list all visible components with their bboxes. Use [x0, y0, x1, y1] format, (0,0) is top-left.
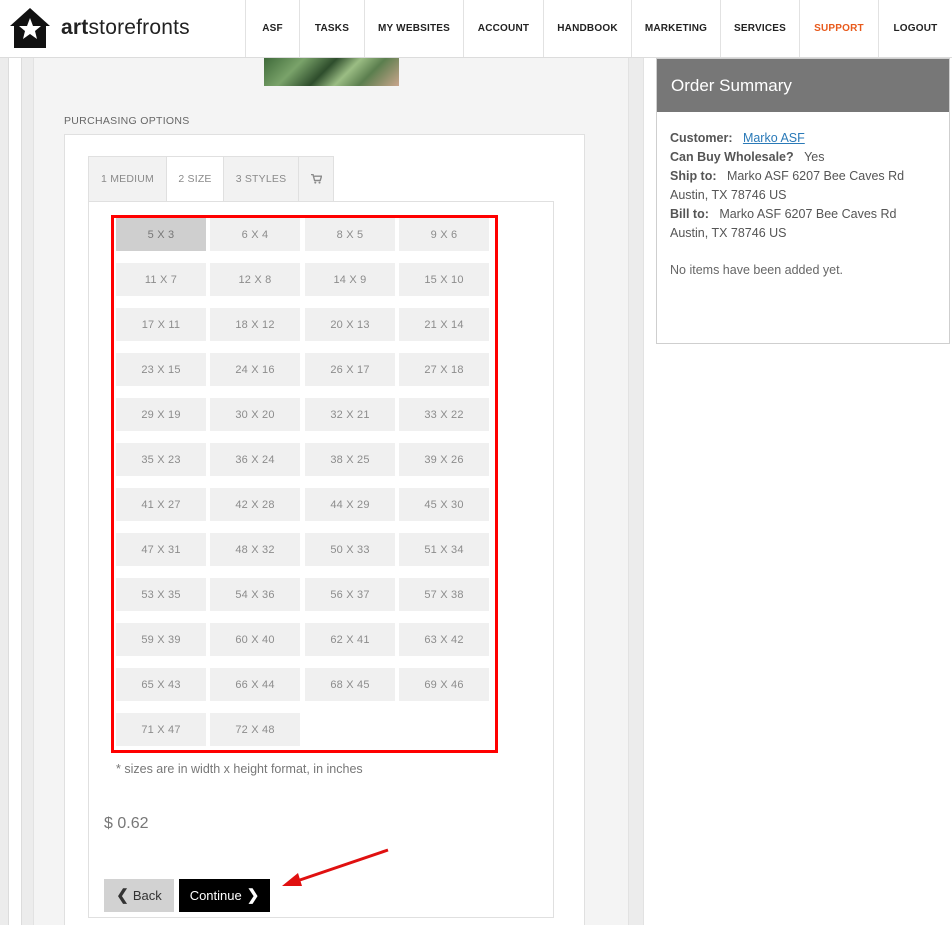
size-option-62x41[interactable]: 62 X 41	[305, 623, 395, 656]
nav-item-services[interactable]: SERVICES	[720, 0, 799, 57]
size-option-48x32[interactable]: 48 X 32	[210, 533, 300, 566]
customer-label: Customer:	[670, 131, 733, 145]
purchasing-options-label: PURCHASING OPTIONS	[64, 115, 190, 127]
continue-button[interactable]: Continue ❯	[179, 879, 270, 912]
size-option-63x42[interactable]: 63 X 42	[399, 623, 489, 656]
size-option-35x23[interactable]: 35 X 23	[116, 443, 206, 476]
tab-cart[interactable]	[298, 156, 334, 202]
nav-item-logout[interactable]: LOGOUT	[878, 0, 952, 57]
size-option-57x38[interactable]: 57 X 38	[399, 578, 489, 611]
nav-item-account[interactable]: ACCOUNT	[463, 0, 543, 57]
nav-item-asf[interactable]: ASF	[245, 0, 299, 57]
size-option-8x5[interactable]: 8 X 5	[305, 218, 395, 251]
empty-cart-message: No items have been added yet.	[670, 263, 844, 277]
size-option-50x33[interactable]: 50 X 33	[305, 533, 395, 566]
top-header: artstorefronts ASF TASKS MY WEBSITES ACCOUN…	[0, 0, 952, 58]
tab-3-styles[interactable]: 3 STYLES	[223, 156, 298, 202]
size-option-11x7[interactable]: 11 X 7	[116, 263, 206, 296]
nav-item-tasks[interactable]: TASKS	[299, 0, 364, 57]
left-rail	[8, 58, 22, 925]
size-option-26x17[interactable]: 26 X 17	[305, 353, 395, 386]
size-option-66x44[interactable]: 66 X 44	[210, 668, 300, 701]
bill-to-row: Bill to: Marko ASF 6207 Bee Caves Rd Aus…	[670, 205, 936, 243]
size-option-41x27[interactable]: 41 X 27	[116, 488, 206, 521]
size-option-56x37[interactable]: 56 X 37	[305, 578, 395, 611]
size-option-17x11[interactable]: 17 X 11	[116, 308, 206, 341]
size-option-71x47[interactable]: 71 X 47	[116, 713, 206, 746]
customer-link[interactable]: Marko ASF	[743, 131, 805, 145]
size-option-45x30[interactable]: 45 X 30	[399, 488, 489, 521]
size-option-72x48[interactable]: 72 X 48	[210, 713, 300, 746]
size-option-51x34[interactable]: 51 X 34	[399, 533, 489, 566]
back-button[interactable]: ❮ Back	[104, 879, 174, 912]
brand-name: artstorefronts	[61, 16, 190, 39]
tab-2-size[interactable]: 2 SIZE	[166, 156, 223, 202]
bill-to-label: Bill to:	[670, 207, 709, 221]
size-option-54x36[interactable]: 54 X 36	[210, 578, 300, 611]
main-nav: ASF TASKS MY WEBSITES ACCOUNT HANDBOOK MARKET…	[245, 0, 952, 58]
size-option-24x16[interactable]: 24 X 16	[210, 353, 300, 386]
nav-item-marketing[interactable]: MARKETING	[631, 0, 720, 57]
size-option-42x28[interactable]: 42 X 28	[210, 488, 300, 521]
size-option-6x4[interactable]: 6 X 4	[210, 218, 300, 251]
annotation-arrow-icon	[282, 848, 389, 886]
cart-icon	[310, 174, 322, 184]
artwork-thumbnail	[264, 58, 399, 86]
size-option-60x40[interactable]: 60 X 40	[210, 623, 300, 656]
nav-item-handbook[interactable]: HANDBOOK	[543, 0, 631, 57]
size-option-44x29[interactable]: 44 X 29	[305, 488, 395, 521]
house-star-logo-icon	[10, 8, 50, 48]
order-summary: Order Summary Customer: Marko ASF Can Bu…	[656, 58, 950, 344]
size-option-47x31[interactable]: 47 X 31	[116, 533, 206, 566]
chevron-right-icon: ❯	[246, 887, 260, 904]
order-summary-title: Order Summary	[657, 59, 949, 112]
ship-to-row: Ship to: Marko ASF 6207 Bee Caves Rd Aus…	[670, 167, 936, 205]
size-option-69x46[interactable]: 69 X 46	[399, 668, 489, 701]
size-option-23x15[interactable]: 23 X 15	[116, 353, 206, 386]
size-option-21x14[interactable]: 21 X 14	[399, 308, 489, 341]
size-option-12x8[interactable]: 12 X 8	[210, 263, 300, 296]
wholesale-row: Can Buy Wholesale? Yes	[670, 148, 936, 167]
back-button-label: Back	[132, 888, 162, 903]
purchase-steps-tabs: 1 MEDIUM 2 SIZE 3 STYLES	[88, 156, 334, 202]
brand-logo[interactable]: artstorefronts	[8, 6, 190, 50]
continue-button-label: Continue	[189, 888, 242, 903]
size-option-53x35[interactable]: 53 X 35	[116, 578, 206, 611]
size-option-36x24[interactable]: 36 X 24	[210, 443, 300, 476]
chevron-left-icon: ❮	[116, 887, 129, 904]
size-option-9x6[interactable]: 9 X 6	[399, 218, 489, 251]
size-option-68x45[interactable]: 68 X 45	[305, 668, 395, 701]
ship-to-label: Ship to:	[670, 169, 717, 183]
size-option-27x18[interactable]: 27 X 18	[399, 353, 489, 386]
order-summary-body: Customer: Marko ASF Can Buy Wholesale? Y…	[657, 112, 949, 280]
nav-item-my-websites[interactable]: MY WEBSITES	[364, 0, 463, 57]
size-option-30x20[interactable]: 30 X 20	[210, 398, 300, 431]
wholesale-value: Yes	[804, 150, 825, 164]
price-display: $ 0.62	[104, 815, 149, 832]
size-option-15x10[interactable]: 15 X 10	[399, 263, 489, 296]
wholesale-label: Can Buy Wholesale?	[670, 150, 794, 164]
size-option-59x39[interactable]: 59 X 39	[116, 623, 206, 656]
size-option-39x26[interactable]: 39 X 26	[399, 443, 489, 476]
size-format-note: * sizes are in width x height format, in…	[116, 762, 363, 776]
size-option-32x21[interactable]: 32 X 21	[305, 398, 395, 431]
size-option-18x12[interactable]: 18 X 12	[210, 308, 300, 341]
customer-row: Customer: Marko ASF	[670, 129, 936, 148]
nav-item-support[interactable]: SUPPORT	[799, 0, 878, 57]
size-option-38x25[interactable]: 38 X 25	[305, 443, 395, 476]
size-option-65x43[interactable]: 65 X 43	[116, 668, 206, 701]
size-option-14x9[interactable]: 14 X 9	[305, 263, 395, 296]
size-option-5x3[interactable]: 5 X 3	[116, 218, 206, 251]
tab-1-medium[interactable]: 1 MEDIUM	[88, 156, 166, 202]
size-option-29x19[interactable]: 29 X 19	[116, 398, 206, 431]
size-option-33x22[interactable]: 33 X 22	[399, 398, 489, 431]
size-option-20x13[interactable]: 20 X 13	[305, 308, 395, 341]
